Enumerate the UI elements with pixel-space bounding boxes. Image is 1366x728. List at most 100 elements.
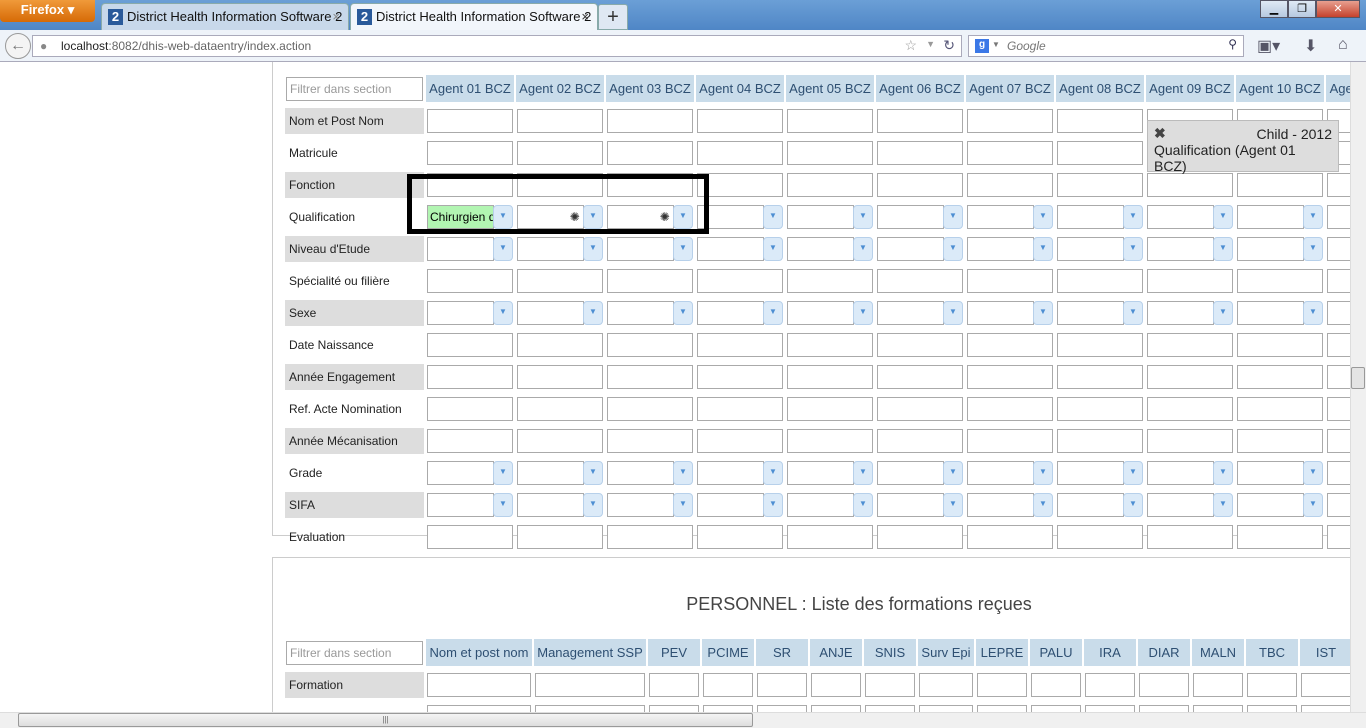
dropdown-button[interactable]: ▼ xyxy=(1212,301,1233,325)
dropdown-button[interactable]: ▼ xyxy=(582,493,603,517)
text-input[interactable] xyxy=(787,397,873,421)
combo-field[interactable]: ▼ xyxy=(877,493,963,517)
close-icon[interactable]: ✖ xyxy=(1154,125,1166,142)
text-input[interactable] xyxy=(1327,269,1350,293)
text-input[interactable] xyxy=(1057,333,1143,357)
text-input[interactable] xyxy=(517,429,603,453)
combo-field[interactable]: ▼ xyxy=(1237,493,1323,517)
combo-input[interactable] xyxy=(1147,205,1214,229)
dropdown-button[interactable]: ▼ xyxy=(672,205,693,229)
text-input[interactable] xyxy=(1147,397,1233,421)
dropdown-button[interactable]: ▼ xyxy=(582,301,603,325)
combo-field[interactable]: ▼ xyxy=(787,205,873,229)
text-input[interactable] xyxy=(877,429,963,453)
text-input[interactable] xyxy=(517,333,603,357)
text-input[interactable] xyxy=(1057,525,1143,549)
text-input[interactable] xyxy=(877,333,963,357)
combo-input[interactable] xyxy=(697,493,764,517)
text-input[interactable] xyxy=(1327,173,1350,197)
combo-field[interactable]: ▼ xyxy=(1057,205,1143,229)
combo-field[interactable]: ▼ xyxy=(697,237,783,261)
text-input[interactable] xyxy=(607,141,693,165)
text-input[interactable] xyxy=(967,173,1053,197)
text-input[interactable] xyxy=(787,173,873,197)
text-input[interactable] xyxy=(787,141,873,165)
text-input[interactable] xyxy=(977,705,1027,712)
combo-field[interactable]: ▼ xyxy=(517,461,603,485)
text-input[interactable] xyxy=(697,141,783,165)
dropdown-button[interactable]: ▼ xyxy=(1212,205,1233,229)
text-input[interactable] xyxy=(427,269,513,293)
text-input[interactable] xyxy=(877,525,963,549)
dropdown-button[interactable]: ▼ xyxy=(762,461,783,485)
text-input[interactable] xyxy=(1247,673,1297,697)
text-input[interactable] xyxy=(1327,525,1350,549)
dropdown-button[interactable]: ▼ xyxy=(1302,205,1323,229)
combo-field[interactable]: ▼ xyxy=(1237,205,1323,229)
text-input[interactable] xyxy=(1147,173,1233,197)
text-input[interactable] xyxy=(427,141,513,165)
combo-input[interactable] xyxy=(517,461,584,485)
dropdown-button[interactable]: ▼ xyxy=(582,461,603,485)
text-input[interactable] xyxy=(1237,397,1323,421)
text-input[interactable] xyxy=(1139,705,1189,712)
text-input[interactable] xyxy=(919,673,973,697)
combo-input[interactable] xyxy=(1327,493,1350,517)
combo-input[interactable] xyxy=(517,493,584,517)
dropdown-button[interactable]: ▼ xyxy=(492,301,513,325)
chevron-down-icon[interactable]: ▼ xyxy=(992,40,1000,49)
dropdown-button[interactable]: ▼ xyxy=(1032,301,1053,325)
text-input[interactable] xyxy=(517,525,603,549)
dropdown-button[interactable]: ▼ xyxy=(672,301,693,325)
text-input[interactable] xyxy=(1301,673,1350,697)
text-input[interactable] xyxy=(607,109,693,133)
new-tab-button[interactable]: + xyxy=(598,4,628,30)
combo-input[interactable] xyxy=(1057,461,1124,485)
combo-field[interactable]: ▼ xyxy=(1237,461,1323,485)
text-input[interactable] xyxy=(697,397,783,421)
dropdown-button[interactable]: ▼ xyxy=(1032,205,1053,229)
combo-input[interactable] xyxy=(1237,301,1304,325)
text-input[interactable] xyxy=(517,109,603,133)
combo-input[interactable] xyxy=(517,301,584,325)
combo-input[interactable] xyxy=(1327,301,1350,325)
combo-input[interactable] xyxy=(697,301,764,325)
combo-input[interactable] xyxy=(607,237,674,261)
text-input[interactable] xyxy=(1147,333,1233,357)
dropdown-button[interactable]: ▼ xyxy=(762,237,783,261)
text-input[interactable] xyxy=(1237,333,1323,357)
combo-input[interactable] xyxy=(1147,461,1214,485)
text-input[interactable] xyxy=(787,429,873,453)
dropdown-button[interactable]: ▼ xyxy=(1122,461,1143,485)
text-input[interactable] xyxy=(697,429,783,453)
text-input[interactable] xyxy=(1057,269,1143,293)
combo-input[interactable] xyxy=(607,493,674,517)
combo-field[interactable]: ▼ xyxy=(517,237,603,261)
combo-input[interactable] xyxy=(877,461,944,485)
combo-input[interactable] xyxy=(1147,493,1214,517)
text-input[interactable] xyxy=(607,269,693,293)
combo-input[interactable] xyxy=(787,461,854,485)
combo-input[interactable] xyxy=(1327,237,1350,261)
combo-field[interactable]: ▼ xyxy=(787,237,873,261)
dropdown-button[interactable]: ▼ xyxy=(1212,493,1233,517)
text-input[interactable] xyxy=(1057,429,1143,453)
dropdown-button[interactable]: ▼ xyxy=(762,301,783,325)
combo-input[interactable] xyxy=(1237,237,1304,261)
dropdown-button[interactable]: ▼ xyxy=(582,237,603,261)
combo-field[interactable]: ▼ xyxy=(1147,461,1233,485)
bookmark-star-icon[interactable]: ☆ xyxy=(904,37,917,54)
text-input[interactable] xyxy=(697,333,783,357)
text-input[interactable] xyxy=(811,705,861,712)
vertical-scroll-thumb[interactable] xyxy=(1351,367,1365,389)
text-input[interactable] xyxy=(517,269,603,293)
text-input[interactable] xyxy=(1147,429,1233,453)
dropdown-button[interactable]: ▼ xyxy=(672,461,693,485)
text-input[interactable] xyxy=(967,141,1053,165)
text-input[interactable] xyxy=(967,269,1053,293)
text-input[interactable] xyxy=(787,333,873,357)
text-input[interactable] xyxy=(1057,141,1143,165)
combo-input[interactable] xyxy=(1057,237,1124,261)
browser-tab-active[interactable]: 2 District Health Information Software 2 × xyxy=(350,3,598,30)
combo-input[interactable] xyxy=(787,205,854,229)
